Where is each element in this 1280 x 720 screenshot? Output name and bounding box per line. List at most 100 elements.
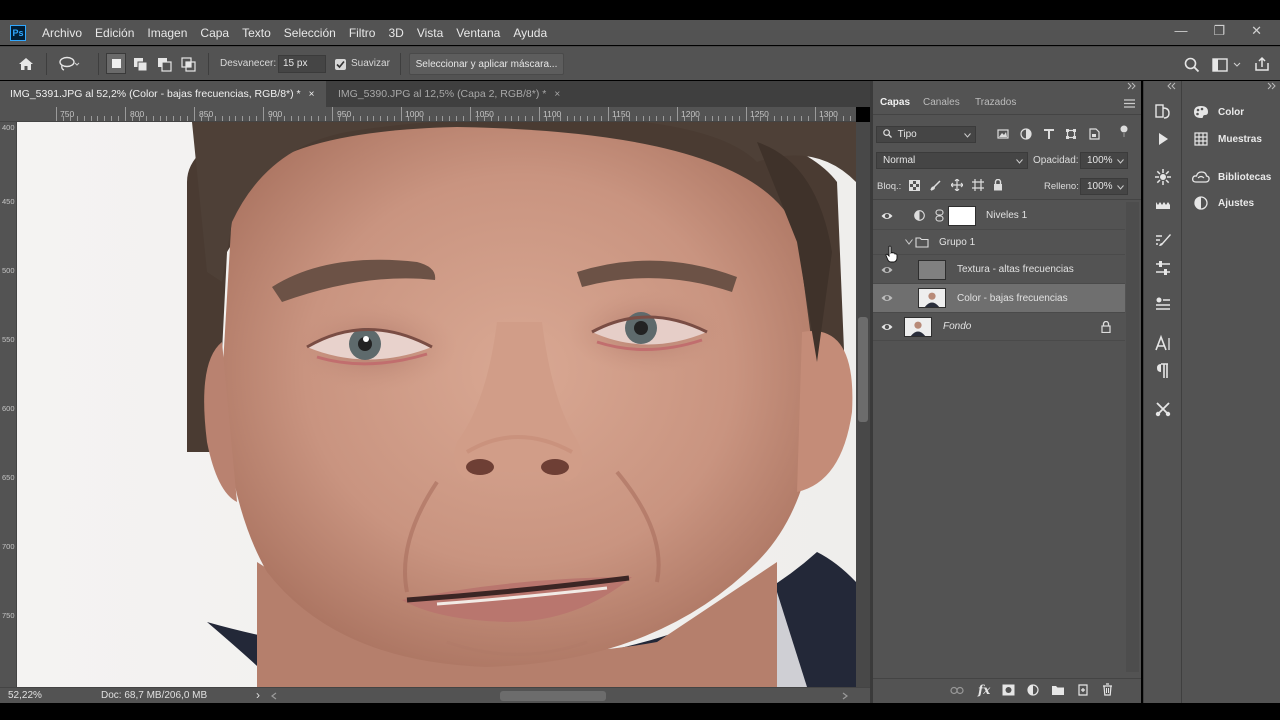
layer-row-color-bajas-frecuencias[interactable]: Color - bajas frecuencias (873, 284, 1125, 313)
visibility-eye-icon[interactable] (881, 321, 893, 333)
brush-settings-icon[interactable] (1153, 167, 1173, 187)
adjustments-sliders-icon[interactable] (1153, 258, 1173, 278)
scroll-left-icon[interactable] (270, 692, 278, 700)
tab-img-5391[interactable]: IMG_5391.JPG al 52,2% (Color - bajas fre… (0, 81, 326, 107)
lock-brush-icon[interactable] (930, 180, 941, 191)
lock-move-icon[interactable] (951, 179, 963, 191)
smooth-checkbox[interactable] (335, 59, 346, 70)
menu-seleccion[interactable]: Selección (284, 26, 336, 40)
menu-vista[interactable]: Vista (417, 26, 443, 40)
panel-ajustes[interactable]: Ajustes (1192, 193, 1254, 213)
layer-thumbnail[interactable] (918, 260, 946, 280)
ruler-tick (746, 107, 747, 121)
panel-muestras[interactable]: Muestras (1192, 129, 1262, 149)
lock-all-icon[interactable] (993, 179, 1003, 191)
fx-icon[interactable]: fx (978, 683, 990, 697)
document-canvas[interactable] (17, 122, 856, 687)
ruler-label: 550 (2, 335, 15, 344)
layer-row-textura-altas-frecuencias[interactable]: Textura - altas frecuencias (873, 256, 1125, 284)
select-and-mask-button[interactable]: Seleccionar y aplicar máscara... (409, 53, 564, 75)
vertical-scrollbar[interactable] (856, 122, 870, 687)
menu-texto[interactable]: Texto (242, 26, 271, 40)
filter-type-icon[interactable] (1043, 128, 1055, 140)
link-layers-icon[interactable] (950, 686, 964, 695)
filter-toggle-icon[interactable] (1118, 125, 1130, 137)
menu-filtro[interactable]: Filtro (349, 26, 376, 40)
home-icon[interactable] (18, 56, 34, 72)
lasso-tool-icon[interactable] (58, 56, 80, 72)
filter-adjustment-icon[interactable] (1020, 128, 1032, 140)
filter-shape-icon[interactable] (1065, 128, 1077, 140)
close-tab-icon[interactable]: × (309, 89, 315, 100)
menu-archivo[interactable]: Archivo (42, 26, 82, 40)
panel-color[interactable]: Color (1192, 102, 1244, 122)
menu-ayuda[interactable]: Ayuda (513, 26, 547, 40)
properties-icon[interactable] (1153, 294, 1173, 314)
visibility-eye-icon[interactable] (881, 210, 893, 222)
clone-source-icon[interactable] (1153, 194, 1173, 214)
visibility-eye-icon[interactable] (881, 292, 893, 304)
share-icon[interactable] (1254, 56, 1270, 72)
lock-artboard-icon[interactable] (972, 179, 984, 191)
play-actions-icon[interactable] (1153, 129, 1173, 149)
collapse-icon[interactable] (1166, 82, 1176, 90)
zoom-level[interactable]: 52,22% (8, 690, 42, 701)
close-tab-icon[interactable]: × (554, 89, 560, 100)
menu-imagen[interactable]: Imagen (147, 26, 187, 40)
tab-trazados[interactable]: Trazados (975, 97, 1016, 108)
layer-mask-thumbnail[interactable] (948, 206, 976, 226)
chevron-down-icon[interactable] (905, 239, 913, 245)
opacity-input[interactable]: 100% (1080, 152, 1128, 169)
menu-3d[interactable]: 3D (388, 26, 403, 40)
layer-thumbnail[interactable] (918, 288, 946, 308)
intersect-selection-icon[interactable] (181, 57, 197, 73)
blend-mode-select[interactable]: Normal (876, 152, 1028, 169)
panel-menu-icon[interactable] (1124, 99, 1135, 108)
horizontal-scroll-thumb[interactable] (500, 691, 606, 701)
layer-row-grupo-1[interactable]: Grupo 1 (873, 231, 1125, 255)
restore-icon[interactable]: ❐ (1213, 23, 1225, 39)
menu-ventana[interactable]: Ventana (456, 26, 500, 40)
subtract-from-selection-icon[interactable] (157, 57, 173, 73)
link-icon[interactable] (935, 209, 944, 222)
layer-thumbnail[interactable] (904, 317, 932, 337)
fill-input[interactable]: 100% (1080, 178, 1128, 195)
filter-smart-object-icon[interactable] (1088, 128, 1100, 140)
brushes-icon[interactable] (1153, 231, 1173, 251)
vertical-scroll-thumb[interactable] (858, 317, 868, 422)
visibility-eye-icon[interactable] (881, 264, 893, 276)
tab-img-5390[interactable]: IMG_5390.JPG al 12,5% (Capa 2, RGB/8*) *… (328, 81, 568, 107)
layer-filter-select[interactable]: Tipo (876, 126, 976, 143)
photoshop-logo-icon[interactable]: Ps (10, 24, 26, 41)
new-layer-icon[interactable] (1077, 684, 1089, 696)
menu-edicion[interactable]: Edición (95, 26, 134, 40)
paragraph-icon[interactable] (1153, 361, 1173, 381)
tab-capas[interactable]: Capas (880, 97, 910, 108)
status-menu-arrow[interactable]: › (256, 688, 260, 702)
menu-capa[interactable]: Capa (200, 26, 229, 40)
scroll-right-icon[interactable] (841, 692, 849, 700)
lock-transparent-icon[interactable] (909, 180, 920, 191)
expand-panels-icon[interactable] (1267, 82, 1277, 90)
new-group-icon[interactable] (1051, 684, 1065, 696)
add-mask-icon[interactable] (1002, 684, 1015, 696)
close-icon[interactable]: ✕ (1251, 23, 1262, 39)
trash-icon[interactable] (1102, 683, 1113, 696)
history-icon[interactable] (1153, 102, 1173, 122)
tool-presets-icon[interactable] (1153, 399, 1173, 419)
filter-pixel-icon[interactable] (997, 128, 1009, 140)
minimize-icon[interactable]: — (1174, 23, 1187, 39)
new-adjustment-layer-icon[interactable] (1027, 684, 1039, 696)
new-selection-button[interactable] (106, 53, 126, 74)
tab-canales[interactable]: Canales (923, 97, 960, 108)
collapse-panel-icon[interactable] (1127, 82, 1137, 90)
workspace-icon[interactable] (1212, 57, 1242, 73)
add-to-selection-icon[interactable] (133, 57, 149, 73)
layer-row-niveles-1[interactable]: Niveles 1 (873, 202, 1125, 230)
character-icon[interactable] (1153, 334, 1173, 354)
feather-input[interactable]: 15 px (278, 55, 326, 73)
layer-row-fondo[interactable]: Fondo (873, 313, 1125, 341)
panel-bibliotecas[interactable]: Bibliotecas (1192, 167, 1271, 187)
layers-scrollbar[interactable] (1126, 202, 1139, 672)
search-icon[interactable] (1184, 57, 1200, 73)
